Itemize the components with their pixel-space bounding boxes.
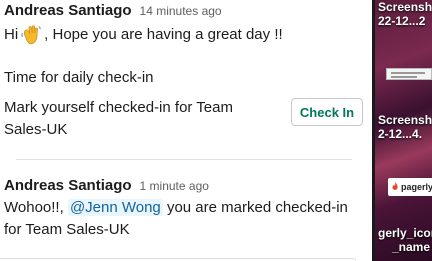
checkin-prompt: Time for daily check-in [4, 69, 154, 86]
greeting-suffix: , Hope you are having a great day !! [44, 26, 283, 43]
timestamp[interactable]: 14 minutes ago [140, 4, 222, 18]
file-name-line1: Screensh [378, 113, 432, 127]
greeting-line: Hi , Hope you are having a great day !! [4, 24, 364, 46]
file-name-line2: 22-12...2 [378, 14, 426, 28]
author-name[interactable]: Andreas Santiago [4, 177, 132, 194]
checkin-instruction: Mark yourself checked-in for Team Sales-… [4, 99, 233, 138]
window-edge [372, 0, 375, 261]
author-name[interactable]: Andreas Santiago [4, 2, 132, 19]
wave-emoji-icon [20, 24, 42, 46]
timestamp[interactable]: 1 minute ago [140, 179, 209, 193]
check-in-button[interactable]: Check In [291, 98, 363, 126]
message: Andreas Santiago 14 minutes ago Hi , Hop… [4, 2, 364, 141]
chat-pane: Andreas Santiago 14 minutes ago Hi , Hop… [0, 0, 372, 261]
screenshot-thumbnail[interactable] [386, 68, 432, 80]
file-name-line2: _name [392, 240, 431, 254]
desktop-file[interactable]: Screensh 2-12...4. [378, 113, 432, 141]
message-divider [16, 159, 352, 160]
pagerly-thumbnail[interactable]: pagerly [388, 178, 432, 196]
message-prefix: Wohoo!!, [4, 199, 64, 216]
greeting-prefix: Hi [4, 26, 19, 43]
message-body: Wohoo!!, @Jenn Wong you are marked check… [4, 197, 364, 241]
desktop-file[interactable]: gerly_icon _name [378, 226, 432, 254]
message: Andreas Santiago 1 minute ago Wohoo!!, @… [4, 177, 364, 241]
desktop-file[interactable]: Screensh 22-12...2 [378, 0, 432, 28]
user-mention[interactable]: @Jenn Wong [67, 199, 163, 216]
pagerly-logo-icon [392, 182, 398, 190]
message-header: Andreas Santiago 14 minutes ago [4, 2, 364, 22]
file-name-line1: gerly_icon [378, 226, 432, 240]
pagerly-label: pagerly [401, 182, 432, 192]
message-header: Andreas Santiago 1 minute ago [4, 177, 364, 197]
file-name-line1: Screensh [378, 0, 432, 14]
file-name-line2: 2-12...4. [378, 127, 423, 141]
checkin-section: Mark yourself checked-in for Team Sales-… [4, 97, 364, 141]
